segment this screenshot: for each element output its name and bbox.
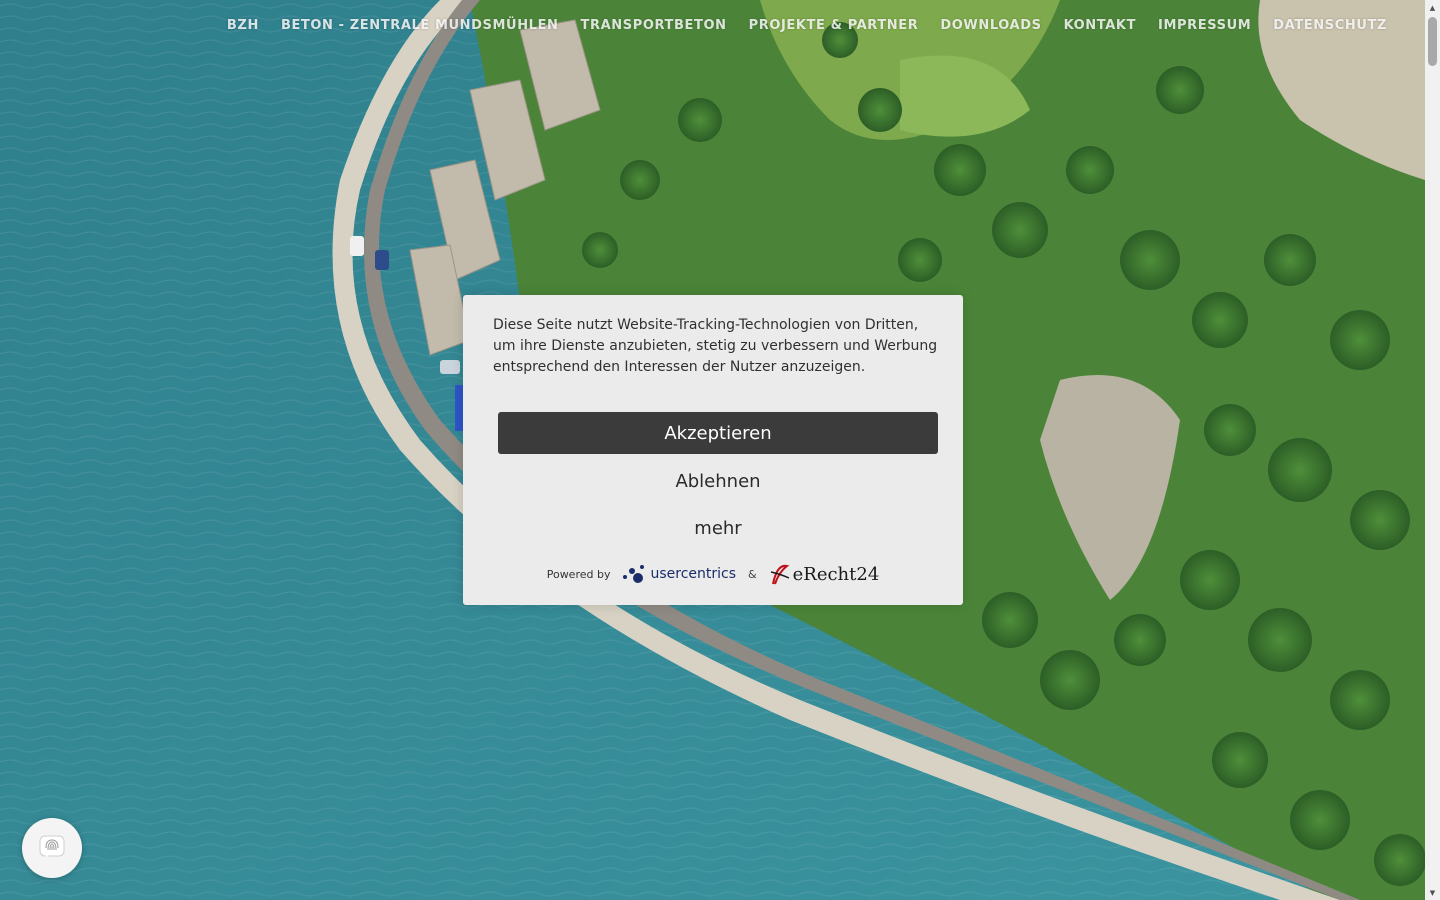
nav-item-bzh[interactable]: BZH	[216, 17, 270, 35]
usercentrics-dots-icon	[623, 565, 645, 583]
powered-by-label: Powered by	[546, 567, 611, 581]
powered-by-bar: Powered by usercentrics & eRecht24	[463, 560, 963, 588]
scroll-up-arrow-icon[interactable]: ▲	[1425, 0, 1440, 15]
fingerprint-icon	[39, 835, 65, 858]
accept-button[interactable]: Akzeptieren	[498, 412, 938, 454]
nav-item-downloads[interactable]: DOWNLOADS	[929, 17, 1052, 35]
scroll-thumb[interactable]	[1428, 17, 1437, 66]
page-scrollbar[interactable]: ▲ ▼	[1425, 0, 1440, 900]
nav-item-transportbeton[interactable]: TRANSPORTBETON	[570, 17, 738, 35]
usercentrics-logo[interactable]: usercentrics	[622, 563, 736, 585]
consent-message: Diese Seite nutzt Website-Tracking-Techn…	[493, 317, 938, 375]
nav-item-kontakt[interactable]: KONTAKT	[1053, 17, 1147, 35]
cookie-consent-dialog: Diese Seite nutzt Website-Tracking-Techn…	[463, 295, 963, 605]
erecht24-wordmark: eRecht24	[792, 563, 880, 585]
erecht24-swirl-icon	[770, 564, 789, 585]
usercentrics-wordmark: usercentrics	[650, 566, 737, 582]
decline-button[interactable]: Ablehnen	[498, 463, 938, 499]
erecht24-logo[interactable]: eRecht24	[769, 562, 880, 586]
more-button[interactable]: mehr	[498, 510, 938, 546]
ampersand-label: &	[748, 567, 757, 581]
privacy-settings-button[interactable]	[22, 818, 82, 878]
nav-item-projekte-partner[interactable]: PROJEKTE & PARTNER	[738, 17, 930, 35]
scroll-down-arrow-icon[interactable]: ▼	[1425, 885, 1440, 900]
main-navigation: BZH BETON - ZENTRALE MUNDSMÜHLEN TRANSPO…	[216, 17, 1398, 35]
nav-item-datenschutz[interactable]: DATENSCHUTZ	[1262, 17, 1398, 35]
nav-item-impressum[interactable]: IMPRESSUM	[1147, 17, 1262, 35]
nav-item-beton-zentrale[interactable]: BETON - ZENTRALE MUNDSMÜHLEN	[270, 17, 570, 35]
